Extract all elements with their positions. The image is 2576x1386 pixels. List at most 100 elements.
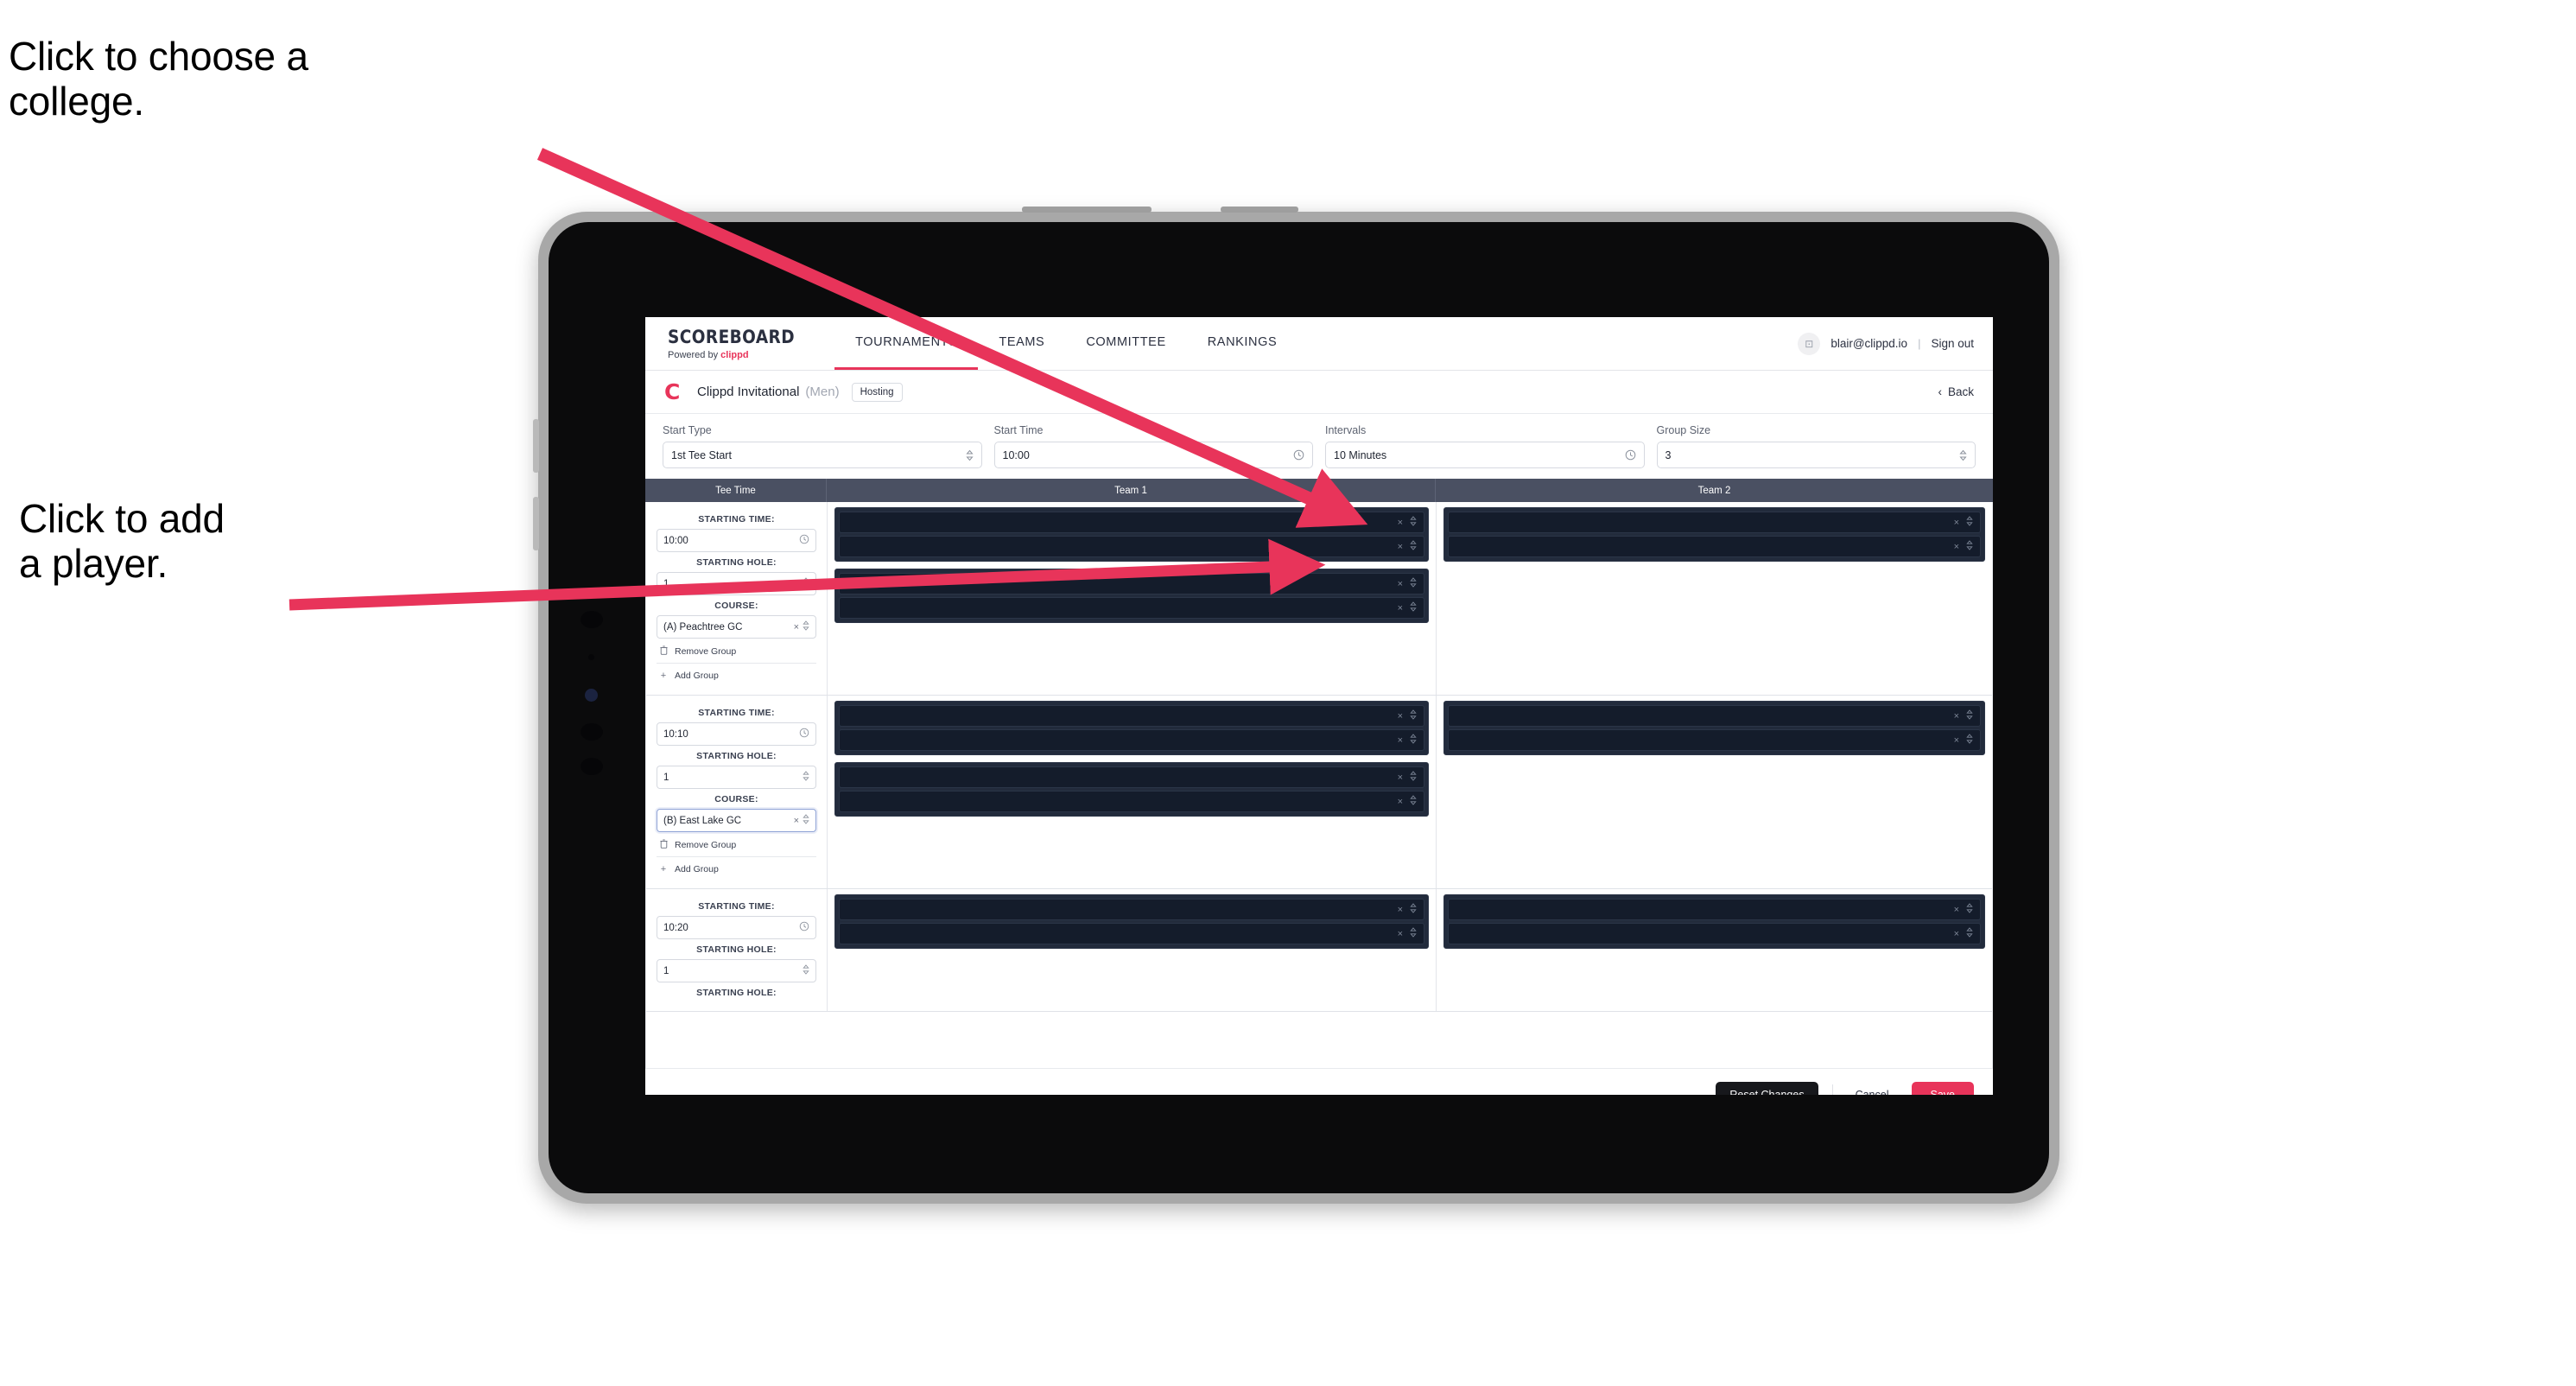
stepper-icon[interactable]	[1966, 516, 1973, 529]
stepper-icon[interactable]	[803, 577, 809, 590]
stepper-icon[interactable]	[803, 771, 809, 784]
player-select-row[interactable]: ×	[839, 573, 1424, 594]
clear-icon[interactable]: ×	[1398, 772, 1403, 783]
start-type-select[interactable]: 1st Tee Start	[663, 442, 982, 468]
clear-icon[interactable]: ×	[1398, 711, 1403, 722]
stepper-icon[interactable]	[803, 964, 809, 977]
clear-icon[interactable]: ×	[794, 622, 799, 633]
stepper-icon[interactable]	[965, 449, 974, 461]
stepper-icon[interactable]	[1410, 540, 1417, 553]
starting-time-input[interactable]: 10:10	[657, 722, 816, 746]
clear-icon[interactable]: ×	[1398, 542, 1403, 552]
nav-tab-committee[interactable]: COMMITTEE	[1065, 317, 1186, 370]
remove-group-button[interactable]: Remove Group	[657, 832, 816, 857]
cancel-button[interactable]: Cancel	[1847, 1082, 1898, 1096]
clock-icon[interactable]	[799, 921, 809, 934]
player-select-row[interactable]: ×	[839, 766, 1424, 788]
save-button[interactable]: Save	[1911, 1081, 1974, 1095]
clear-icon[interactable]: ×	[1398, 929, 1403, 939]
account-area: ⊡ blair@clippd.io | Sign out	[1798, 317, 1993, 370]
starting-hole-stepper[interactable]: 1	[657, 572, 816, 595]
stepper-icon[interactable]	[1959, 449, 1967, 461]
stepper-icon[interactable]	[803, 620, 809, 633]
brand-subtitle-prefix: Powered by	[668, 350, 721, 360]
brand-logo[interactable]: SCOREBOARD Powered by clippd	[645, 317, 834, 370]
course-select[interactable]: (B) East Lake GC ×	[657, 809, 816, 832]
clear-icon[interactable]: ×	[1954, 711, 1959, 722]
intervals-input[interactable]: 10 Minutes	[1325, 442, 1645, 468]
clear-icon[interactable]: ×	[794, 816, 799, 826]
starting-hole-stepper[interactable]: 1	[657, 959, 816, 982]
add-group-button[interactable]: + Add Group	[657, 857, 816, 880]
player-select-row[interactable]: ×	[1448, 705, 1981, 727]
stepper-icon[interactable]	[1966, 709, 1973, 722]
clear-icon[interactable]: ×	[1398, 579, 1403, 589]
avatar[interactable]: ⊡	[1798, 332, 1821, 355]
clear-icon[interactable]: ×	[1398, 735, 1403, 746]
player-select-row[interactable]: ×	[1448, 923, 1981, 944]
stepper-icon[interactable]	[1410, 903, 1417, 916]
clock-icon[interactable]	[799, 534, 809, 547]
clock-icon[interactable]	[799, 728, 809, 741]
start-time-input[interactable]: 10:00	[993, 442, 1313, 468]
stepper-icon[interactable]	[1966, 903, 1973, 916]
player-select-row[interactable]: ×	[839, 729, 1424, 751]
starting-time-input[interactable]: 10:20	[657, 916, 816, 939]
nav-tab-tournaments[interactable]: TOURNAMENTS	[834, 317, 979, 370]
clear-icon[interactable]: ×	[1954, 905, 1959, 915]
player-select-row[interactable]: ×	[839, 923, 1424, 944]
player-select-row[interactable]: ×	[839, 512, 1424, 533]
tee-time-cell: STARTING TIME: 10:20 STARTING HOLE: 1 STARTI…	[646, 889, 828, 1011]
reset-changes-button[interactable]: Reset Changes	[1716, 1081, 1818, 1095]
nav-tab-teams[interactable]: TEAMS	[978, 317, 1065, 370]
stepper-icon[interactable]	[1410, 927, 1417, 940]
player-select-row[interactable]: ×	[1448, 512, 1981, 533]
clock-icon[interactable]	[1293, 449, 1304, 461]
stepper-icon[interactable]	[1410, 516, 1417, 529]
player-select-row[interactable]: ×	[839, 705, 1424, 727]
clear-icon[interactable]: ×	[1954, 735, 1959, 746]
stepper-icon[interactable]	[1410, 734, 1417, 747]
player-select-row[interactable]: ×	[839, 791, 1424, 812]
clock-icon[interactable]	[1625, 449, 1636, 461]
clear-icon[interactable]: ×	[1954, 518, 1959, 528]
column-header-team-2: Team 2	[1697, 485, 1731, 496]
clear-icon[interactable]: ×	[1954, 542, 1959, 552]
clear-icon[interactable]: ×	[1954, 929, 1959, 939]
stepper-icon[interactable]	[1966, 927, 1973, 940]
starting-hole-stepper[interactable]: 1	[657, 766, 816, 789]
chevron-left-icon: ‹	[1938, 385, 1942, 398]
player-select-row[interactable]: ×	[1448, 899, 1981, 920]
hosting-badge[interactable]: Hosting	[851, 382, 903, 402]
player-select-row[interactable]: ×	[839, 899, 1424, 920]
remove-group-button[interactable]: Remove Group	[657, 639, 816, 664]
nav-tab-rankings[interactable]: RANKINGS	[1187, 317, 1298, 370]
player-select-row[interactable]: ×	[1448, 729, 1981, 751]
add-group-button[interactable]: + Add Group	[657, 664, 816, 686]
stepper-icon[interactable]	[1410, 795, 1417, 808]
back-link[interactable]: ‹ Back	[1938, 385, 1974, 398]
player-select-row[interactable]: ×	[839, 536, 1424, 557]
course-label: COURSE:	[714, 601, 758, 611]
stepper-icon[interactable]	[1410, 771, 1417, 784]
group-size-stepper[interactable]: 3	[1656, 442, 1976, 468]
team-2-cell: × ×	[1437, 502, 1992, 695]
starting-time-input[interactable]: 10:00	[657, 529, 816, 552]
stepper-icon[interactable]	[1410, 709, 1417, 722]
sign-out-link[interactable]: Sign out	[1931, 337, 1974, 350]
plus-icon: +	[660, 671, 667, 681]
stepper-icon[interactable]	[1410, 601, 1417, 614]
player-select-row[interactable]: ×	[839, 597, 1424, 619]
clear-icon[interactable]: ×	[1398, 603, 1403, 614]
tee-times-scroll-body[interactable]: STARTING TIME: 10:00 STARTING HOLE: 1 COURSE…	[645, 502, 1993, 1068]
player-select-row[interactable]: ×	[1448, 536, 1981, 557]
stepper-icon[interactable]	[1966, 540, 1973, 553]
stepper-icon[interactable]	[1410, 577, 1417, 590]
clear-icon[interactable]: ×	[1398, 518, 1403, 528]
account-separator: |	[1918, 337, 1921, 350]
course-select[interactable]: (A) Peachtree GC ×	[657, 615, 816, 639]
clear-icon[interactable]: ×	[1398, 797, 1403, 807]
stepper-icon[interactable]	[1966, 734, 1973, 747]
clear-icon[interactable]: ×	[1398, 905, 1403, 915]
stepper-icon[interactable]	[803, 814, 809, 827]
